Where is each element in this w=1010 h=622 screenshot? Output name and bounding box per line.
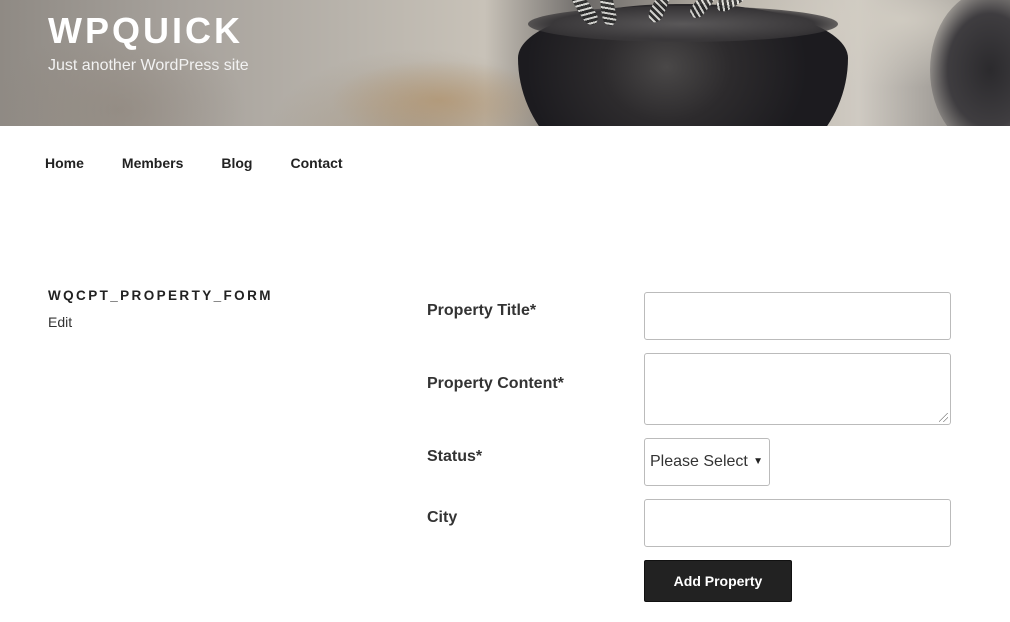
property-title-input[interactable] bbox=[644, 292, 951, 340]
nav-item: Members bbox=[122, 154, 221, 172]
status-select[interactable]: Please Select ▼ bbox=[644, 438, 770, 486]
nav-menu: Home Members Blog Contact bbox=[45, 154, 381, 172]
site-description: Just another WordPress site bbox=[48, 57, 249, 74]
nav-link-contact[interactable]: Contact bbox=[290, 154, 342, 172]
city-label: City bbox=[427, 509, 458, 526]
property-content-textarea[interactable] bbox=[644, 353, 951, 425]
site-branding: WPQUICK Just another WordPress site bbox=[48, 12, 249, 75]
nav-link-members[interactable]: Members bbox=[122, 154, 183, 172]
status-label: Status* bbox=[427, 448, 483, 465]
nav-item: Home bbox=[45, 154, 122, 172]
add-property-button[interactable]: Add Property bbox=[644, 560, 792, 602]
property-title-label: Property Title* bbox=[427, 302, 537, 319]
property-content-label: Property Content* bbox=[427, 375, 564, 392]
main-navigation: Home Members Blog Contact bbox=[0, 126, 1010, 198]
header-image-shadow bbox=[930, 0, 1010, 126]
chevron-down-icon: ▼ bbox=[753, 456, 763, 467]
nav-link-home[interactable]: Home bbox=[45, 154, 84, 172]
city-input[interactable] bbox=[644, 499, 951, 547]
entry-header: WQCPT_PROPERTY_FORM Edit bbox=[48, 287, 273, 331]
status-select-value: Please Select bbox=[650, 453, 748, 470]
nav-link-blog[interactable]: Blog bbox=[221, 154, 252, 172]
site-header: WPQUICK Just another WordPress site bbox=[0, 0, 1010, 126]
site-title-link[interactable]: WPQUICK bbox=[48, 12, 249, 50]
resize-handle-icon[interactable] bbox=[939, 413, 948, 422]
header-image-blur bbox=[330, 60, 550, 126]
nav-item: Blog bbox=[221, 154, 290, 172]
header-image-pot-rim bbox=[528, 6, 838, 42]
page-title: WQCPT_PROPERTY_FORM bbox=[48, 288, 273, 303]
nav-item: Contact bbox=[290, 154, 380, 172]
edit-link[interactable]: Edit bbox=[48, 313, 273, 331]
